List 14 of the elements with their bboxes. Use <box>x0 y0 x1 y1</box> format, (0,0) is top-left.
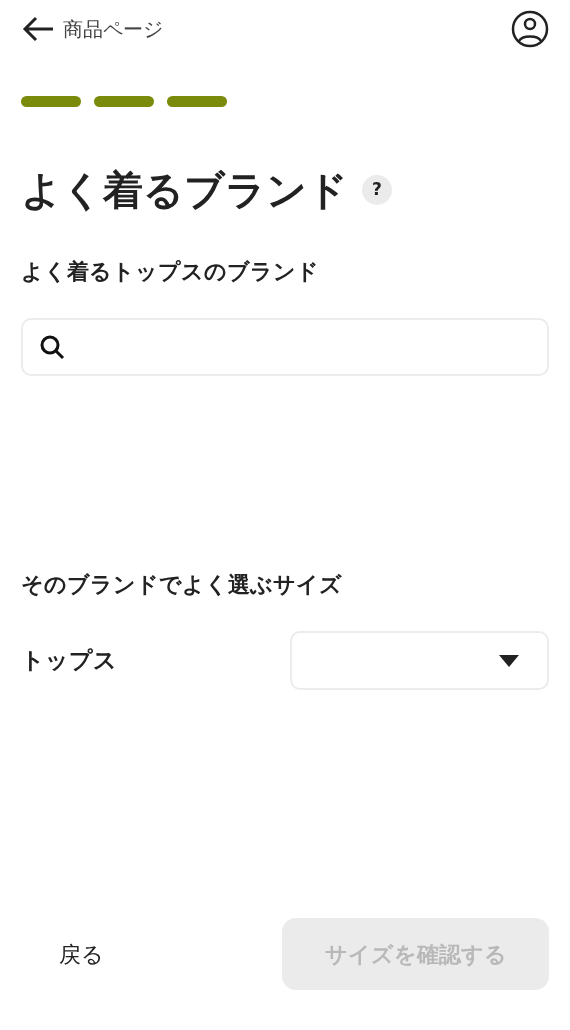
back-arrow-icon <box>21 15 55 43</box>
section-label: そのブランドでよく選ぶサイズ <box>21 571 343 599</box>
row-label: トップス <box>21 646 117 676</box>
back-label: 商品ページ <box>63 16 163 43</box>
caret-icon <box>499 654 519 667</box>
section-label: よく着るトップスのブランド <box>21 258 320 286</box>
size-dropdown[interactable] <box>290 631 549 690</box>
help-icon[interactable]: ? <box>362 175 392 205</box>
search-icon <box>39 334 65 360</box>
back-button[interactable]: 戻る <box>21 918 141 990</box>
back-link[interactable]: 商品ページ <box>21 14 163 44</box>
account-icon[interactable] <box>511 10 549 48</box>
page-title: よく着るブランド <box>21 166 348 215</box>
search-field[interactable] <box>21 318 549 376</box>
